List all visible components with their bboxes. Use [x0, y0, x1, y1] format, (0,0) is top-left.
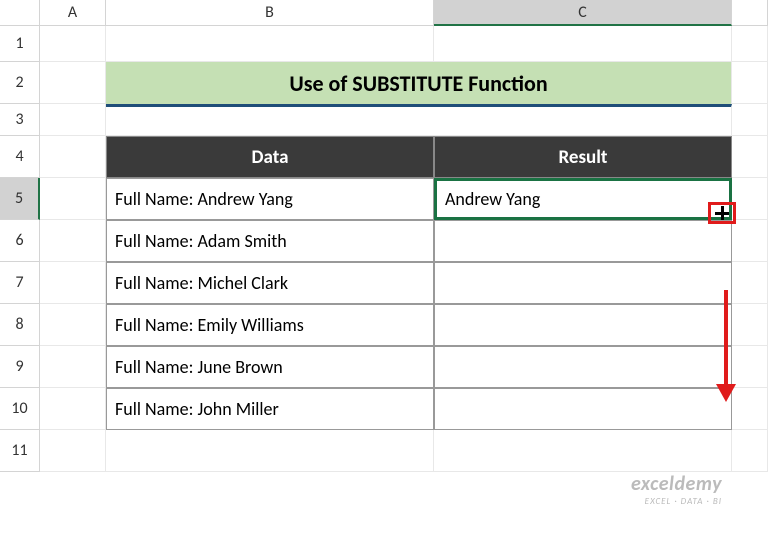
watermark: exceldemy EXCEL · DATA · BI — [631, 472, 722, 507]
cell-a11[interactable] — [40, 430, 106, 472]
cell-b1[interactable] — [106, 26, 434, 62]
cell-ext-9[interactable] — [732, 346, 768, 388]
col-header-a[interactable]: A — [40, 0, 106, 26]
row-header-2[interactable]: 2 — [0, 62, 40, 104]
row-header-8[interactable]: 8 — [0, 304, 40, 346]
cell-ext-10[interactable] — [732, 388, 768, 430]
data-row-4[interactable]: Full Name: Emily Williams — [106, 304, 434, 346]
cell-c1[interactable] — [434, 26, 732, 62]
cell-a10[interactable] — [40, 388, 106, 430]
col-header-c[interactable]: C — [434, 0, 732, 26]
data-row-5[interactable]: Full Name: June Brown — [106, 346, 434, 388]
cell-a8[interactable] — [40, 304, 106, 346]
cell-a4[interactable] — [40, 136, 106, 178]
data-row-1[interactable]: Full Name: Andrew Yang — [106, 178, 434, 220]
row-header-7[interactable]: 7 — [0, 262, 40, 304]
result-row-4[interactable] — [434, 304, 732, 346]
data-row-6[interactable]: Full Name: John Miller — [106, 388, 434, 430]
row-header-3[interactable]: 3 — [0, 104, 40, 136]
result-row-3[interactable] — [434, 262, 732, 304]
cell-ext-5[interactable] — [732, 178, 768, 220]
row-header-4[interactable]: 4 — [0, 136, 40, 178]
watermark-name: exceldemy — [631, 472, 722, 496]
cell-ext-6[interactable] — [732, 220, 768, 262]
cell-b11[interactable] — [106, 430, 434, 472]
cell-a2[interactable] — [40, 62, 106, 104]
row-header-1[interactable]: 1 — [0, 26, 40, 62]
cell-a3[interactable] — [40, 104, 106, 136]
cell-ext-2[interactable] — [732, 62, 768, 104]
table-header-result[interactable]: Result — [434, 136, 732, 178]
row-header-10[interactable]: 10 — [0, 388, 40, 430]
col-header-b[interactable]: B — [106, 0, 434, 26]
result-row-1[interactable]: Andrew Yang — [434, 178, 732, 220]
title-underline — [106, 104, 732, 136]
watermark-sub: EXCEL · DATA · BI — [631, 496, 722, 507]
cell-ext-8[interactable] — [732, 304, 768, 346]
row-header-11[interactable]: 11 — [0, 430, 40, 472]
cell-c11[interactable] — [434, 430, 732, 472]
cell-a5[interactable] — [40, 178, 106, 220]
result-row-6[interactable] — [434, 388, 732, 430]
cell-ext-11[interactable] — [732, 430, 768, 472]
row-header-6[interactable]: 6 — [0, 220, 40, 262]
spreadsheet: A B C 1 2 Use of SUBSTITUTE Function 3 4… — [0, 0, 768, 472]
title-cell[interactable]: Use of SUBSTITUTE Function — [106, 62, 732, 104]
select-all-corner[interactable] — [0, 0, 40, 26]
col-header-extra[interactable] — [732, 0, 768, 26]
cell-ext-1[interactable] — [732, 26, 768, 62]
table-header-data[interactable]: Data — [106, 136, 434, 178]
cell-a1[interactable] — [40, 26, 106, 62]
cell-a9[interactable] — [40, 346, 106, 388]
cell-a7[interactable] — [40, 262, 106, 304]
cell-ext-3[interactable] — [732, 104, 768, 136]
result-row-5[interactable] — [434, 346, 732, 388]
drag-arrow-icon — [716, 290, 736, 402]
result-row-2[interactable] — [434, 220, 732, 262]
cell-a6[interactable] — [40, 220, 106, 262]
cell-ext-4[interactable] — [732, 136, 768, 178]
data-row-3[interactable]: Full Name: Michel Clark — [106, 262, 434, 304]
fill-handle[interactable] — [708, 202, 736, 224]
cell-ext-7[interactable] — [732, 262, 768, 304]
row-header-5[interactable]: 5 — [0, 178, 40, 220]
result-value-1: Andrew Yang — [445, 188, 540, 210]
data-row-2[interactable]: Full Name: Adam Smith — [106, 220, 434, 262]
row-header-9[interactable]: 9 — [0, 346, 40, 388]
